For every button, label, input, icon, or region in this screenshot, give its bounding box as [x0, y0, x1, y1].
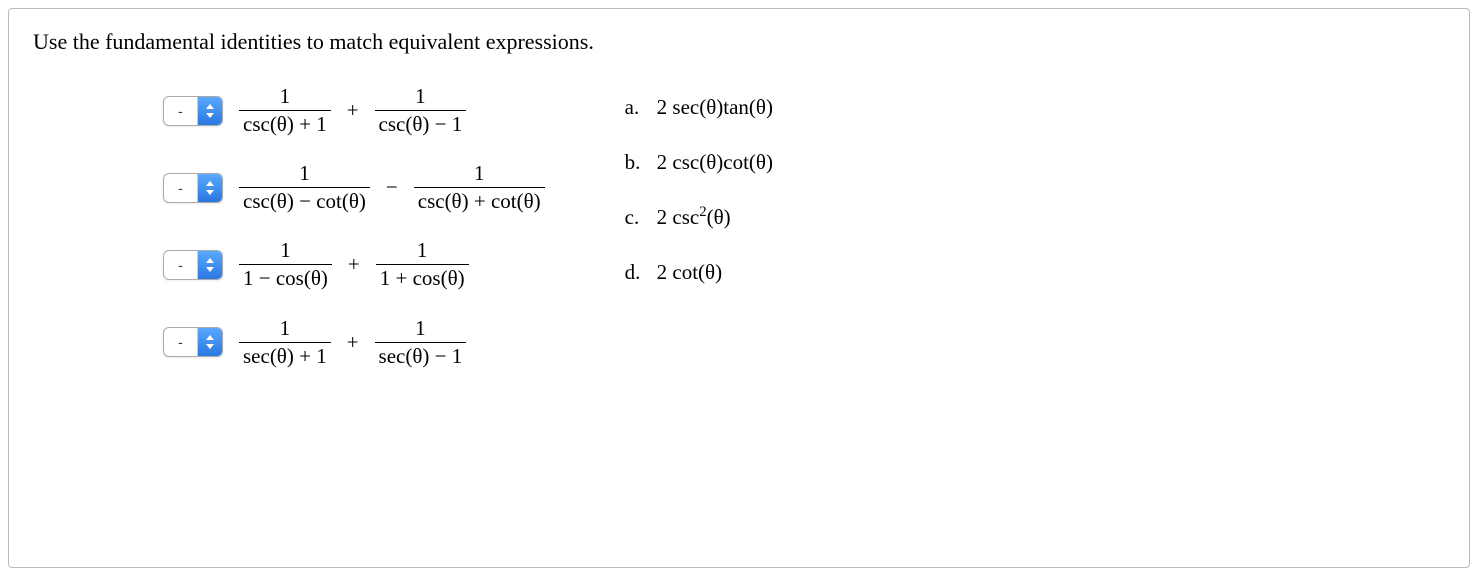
selector-stepper[interactable]	[198, 174, 222, 202]
fraction: 1 sec(θ) + 1	[239, 317, 331, 368]
answer-post: (θ)	[707, 205, 731, 229]
answer-text: 2 sec(θ)tan(θ)	[657, 95, 773, 120]
answer-option: a. 2 sec(θ)tan(θ)	[625, 95, 773, 120]
denominator: csc(θ) + cot(θ)	[414, 187, 545, 213]
match-row: - 1 sec(θ) + 1 + 1 sec(θ) − 1	[163, 317, 545, 368]
fraction: 1 sec(θ) − 1	[375, 317, 467, 368]
expression: 1 1 − cos(θ) + 1 1 + cos(θ)	[239, 239, 469, 290]
numerator: 1	[411, 317, 430, 342]
selector-value: -	[164, 251, 198, 279]
answer-letter: a.	[625, 95, 645, 120]
answer-selector[interactable]: -	[163, 173, 223, 203]
numerator: 1	[276, 85, 295, 110]
answer-option: d. 2 cot(θ)	[625, 260, 773, 285]
expression: 1 csc(θ) − cot(θ) − 1 csc(θ) + cot(θ)	[239, 162, 545, 213]
chevron-up-icon	[206, 104, 214, 109]
answer-selector[interactable]: -	[163, 250, 223, 280]
denominator: csc(θ) − cot(θ)	[239, 187, 370, 213]
answer-option: c. 2 csc2(θ)	[625, 205, 773, 230]
expression: 1 sec(θ) + 1 + 1 sec(θ) − 1	[239, 317, 466, 368]
selector-stepper[interactable]	[198, 251, 222, 279]
selector-stepper[interactable]	[198, 328, 222, 356]
chevron-up-icon	[206, 335, 214, 340]
numerator: 1	[295, 162, 314, 187]
answer-text: 2 csc2(θ)	[657, 205, 731, 230]
denominator: csc(θ) + 1	[239, 110, 331, 136]
answer-text: 2 cot(θ)	[657, 260, 722, 285]
selector-value: -	[164, 97, 198, 125]
denominator: 1 − cos(θ)	[239, 264, 332, 290]
numerator: 1	[276, 239, 295, 264]
selector-value: -	[164, 328, 198, 356]
fraction: 1 1 + cos(θ)	[376, 239, 469, 290]
numerator: 1	[276, 317, 295, 342]
denominator: sec(θ) + 1	[239, 342, 331, 368]
chevron-down-icon	[206, 344, 214, 349]
answer-text: 2 csc(θ)cot(θ)	[657, 150, 773, 175]
denominator: csc(θ) − 1	[375, 110, 467, 136]
answers-column: a. 2 sec(θ)tan(θ) b. 2 csc(θ)cot(θ) c. 2…	[605, 85, 773, 394]
question-prompt: Use the fundamental identities to match …	[33, 29, 1445, 55]
denominator: sec(θ) − 1	[375, 342, 467, 368]
answer-selector[interactable]: -	[163, 96, 223, 126]
selector-value: -	[164, 174, 198, 202]
fraction: 1 1 − cos(θ)	[239, 239, 332, 290]
expression: 1 csc(θ) + 1 + 1 csc(θ) − 1	[239, 85, 466, 136]
answer-letter: d.	[625, 260, 645, 285]
chevron-down-icon	[206, 267, 214, 272]
operator: −	[380, 175, 404, 200]
fraction: 1 csc(θ) + cot(θ)	[414, 162, 545, 213]
match-row: - 1 csc(θ) + 1 + 1 csc(θ) − 1	[163, 85, 545, 136]
chevron-up-icon	[206, 181, 214, 186]
answer-option: b. 2 csc(θ)cot(θ)	[625, 150, 773, 175]
operator: +	[341, 330, 365, 355]
numerator: 1	[470, 162, 489, 187]
selector-stepper[interactable]	[198, 97, 222, 125]
match-row: - 1 csc(θ) − cot(θ) − 1 csc(θ) + cot(θ)	[163, 162, 545, 213]
matching-column: - 1 csc(θ) + 1 + 1 csc(θ) − 1	[33, 85, 545, 394]
answer-letter: c.	[625, 205, 645, 230]
operator: +	[342, 252, 366, 277]
chevron-down-icon	[206, 190, 214, 195]
denominator: 1 + cos(θ)	[376, 264, 469, 290]
fraction: 1 csc(θ) + 1	[239, 85, 331, 136]
fraction: 1 csc(θ) − 1	[375, 85, 467, 136]
chevron-down-icon	[206, 113, 214, 118]
operator: +	[341, 98, 365, 123]
content-row: - 1 csc(θ) + 1 + 1 csc(θ) − 1	[33, 85, 1445, 394]
fraction: 1 csc(θ) − cot(θ)	[239, 162, 370, 213]
answer-pre: 2 csc	[657, 205, 700, 229]
answer-letter: b.	[625, 150, 645, 175]
answer-selector[interactable]: -	[163, 327, 223, 357]
numerator: 1	[413, 239, 432, 264]
numerator: 1	[411, 85, 430, 110]
chevron-up-icon	[206, 258, 214, 263]
match-row: - 1 1 − cos(θ) + 1 1 + cos(θ)	[163, 239, 545, 290]
answer-sup: 2	[699, 204, 706, 220]
question-container: Use the fundamental identities to match …	[8, 8, 1470, 568]
